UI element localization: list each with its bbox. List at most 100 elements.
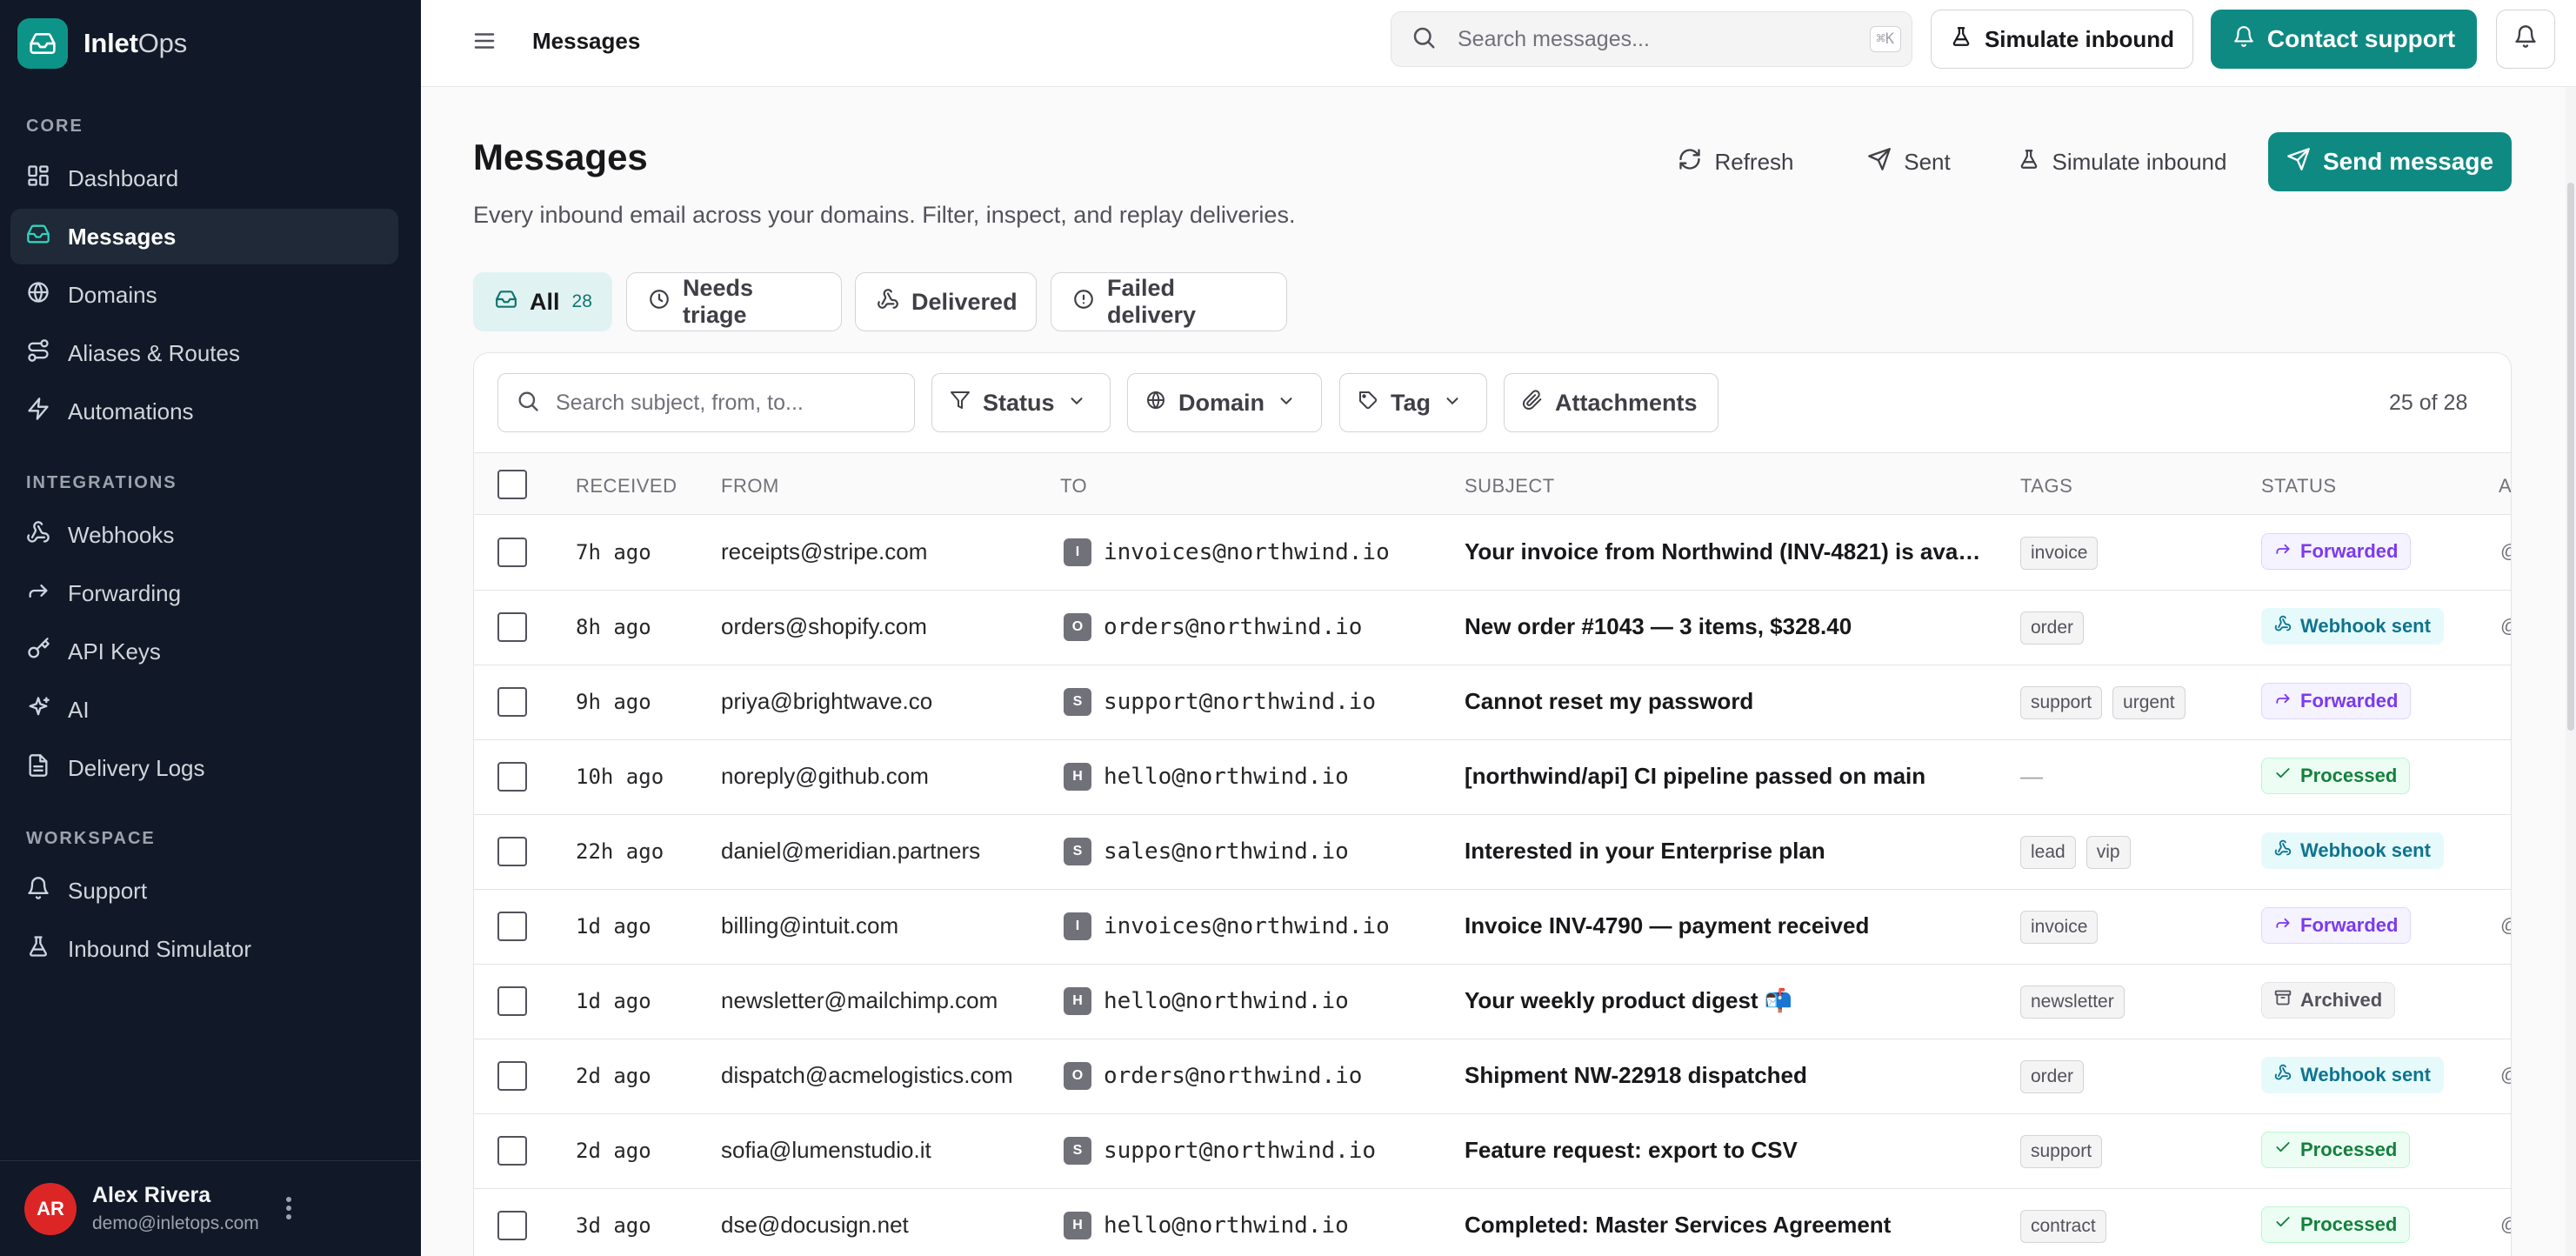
tab-all[interactable]: All 28 [473,272,612,331]
check-icon [2274,1213,2292,1236]
tab-count: 28 [571,291,592,311]
table-row[interactable]: 8h ago orders@shopify.com Oorders@northwin… [474,591,2511,665]
user-menu[interactable]: AR Alex Rivera demo@inletops.com [0,1160,421,1256]
select-all-checkbox[interactable] [497,470,527,499]
row-checkbox[interactable] [497,1061,527,1091]
attachments-filter-button[interactable]: Attachments [1504,373,1718,432]
sidebar-item-support[interactable]: Support [10,863,398,919]
scrollbar[interactable] [2566,87,2576,1256]
alias-badge: H [1064,763,1091,791]
search-icon [1411,24,1437,55]
table-row[interactable]: 1d ago billing@intuit.com Iinvoices@northw… [474,890,2511,965]
notifications-button[interactable] [2496,10,2555,69]
sent-button[interactable]: Sent [1854,132,1964,191]
column-attachments[interactable]: A [2499,475,2511,498]
tag-chip[interactable]: invoice [2020,911,2099,944]
received-time: 1d ago [576,989,651,1013]
tag-chip[interactable]: order [2020,1060,2085,1093]
nav-section-core: CORE [26,117,83,136]
table-row[interactable]: 1d ago newsletter@mailchimp.com Hhello@nor… [474,965,2511,1039]
sidebar-item-inbound-simulator[interactable]: Inbound Simulator [10,921,398,977]
received-time: 10h ago [576,765,664,789]
tag-chip[interactable]: vip [2085,836,2131,869]
row-checkbox[interactable] [497,762,527,792]
scrollbar-thumb[interactable] [2567,183,2574,731]
subject: Your weekly product digest 📬 [1465,987,1793,1013]
table-row[interactable]: 10h ago noreply@github.com Hhello@northwin… [474,740,2511,815]
sidebar-item-domains[interactable]: Domains [10,267,398,323]
from-address: daniel@meridian.partners [721,838,981,864]
sidebar-item-forwarding[interactable]: Forwarding [10,565,398,621]
from-address: dse@docusign.net [721,1212,909,1238]
topbar: Messages ⌘K Simulate inbound Contact sup… [421,0,2576,87]
row-checkbox[interactable] [497,837,527,866]
table-row[interactable]: 7h ago receipts@stripe.com Iinvoices@north… [474,516,2511,591]
to-address-cell: Oorders@northwind.io [1064,1062,1362,1090]
from-address: billing@intuit.com [721,912,899,939]
sidebar-item-api-keys[interactable]: API Keys [10,624,398,679]
tab-needs-triage[interactable]: Needs triage [626,272,842,331]
global-search[interactable]: ⌘K [1391,11,1912,67]
tag-filter-dropdown[interactable]: Tag [1339,373,1487,432]
global-search-input[interactable] [1458,26,1823,52]
tab-failed-delivery[interactable]: Failed delivery [1051,272,1287,331]
tag-chip[interactable]: order [2020,611,2085,645]
tag-chip[interactable]: lead [2020,836,2076,869]
column-to[interactable]: TO [1060,475,1087,498]
sidebar-item-ai[interactable]: AI [10,682,398,738]
tag-chip[interactable]: invoice [2020,537,2099,570]
sidebar-item-aliases-routes[interactable]: Aliases & Routes [10,325,398,381]
status-filter-dropdown[interactable]: Status [931,373,1111,432]
table-row[interactable]: 3d ago dse@docusign.net Hhello@northwind.i… [474,1189,2511,1256]
tag-chip[interactable]: contract [2020,1210,2106,1243]
sidebar-item-delivery-logs[interactable]: Delivery Logs [10,740,398,796]
sidebar-item-label: Inbound Simulator [68,935,252,962]
from-address: noreply@github.com [721,763,929,789]
table-search[interactable] [497,373,915,432]
column-status[interactable]: STATUS [2261,475,2337,498]
tab-delivered[interactable]: Delivered [855,272,1037,331]
sidebar-item-messages[interactable]: Messages [10,209,398,264]
row-checkbox[interactable] [497,912,527,941]
subject: Cannot reset my password [1465,688,1754,714]
row-checkbox[interactable] [497,538,527,567]
chevron-down-icon [1277,390,1296,417]
menu-icon[interactable] [471,28,497,58]
row-checkbox[interactable] [497,612,527,642]
search-icon [516,389,540,418]
column-from[interactable]: FROM [721,475,779,498]
more-vertical-icon[interactable] [285,1196,292,1225]
column-received[interactable]: RECEIVED [576,475,677,498]
row-checkbox[interactable] [497,1211,527,1240]
column-subject[interactable]: SUBJECT [1465,475,1555,498]
domain-filter-dropdown[interactable]: Domain [1127,373,1322,432]
row-checkbox[interactable] [497,687,527,717]
contact-support-button[interactable]: Contact support [2211,10,2477,69]
table-row[interactable]: 22h ago daniel@meridian.partners Ssales@no… [474,815,2511,890]
table-row[interactable]: 2d ago sofia@lumenstudio.it Ssupport@north… [474,1114,2511,1189]
tag-chip[interactable]: support [2020,686,2103,719]
tag-chip[interactable]: urgent [2112,686,2186,719]
refresh-button[interactable]: Refresh [1666,132,1805,191]
simulate-inbound-button[interactable]: Simulate inbound [1931,10,2193,69]
brand[interactable]: InletOps [17,18,187,69]
send-message-button[interactable]: Send message [2268,132,2512,191]
table-search-input[interactable] [556,390,895,416]
table-row[interactable]: 2d ago dispatch@acmelogistics.com Oorders@… [474,1039,2511,1114]
flask-icon [2018,148,2040,177]
sidebar-item-automations[interactable]: Automations [10,384,398,439]
sidebar-item-webhooks[interactable]: Webhooks [10,507,398,563]
to-address-cell: Ssupport@northwind.io [1064,1137,1376,1165]
to-address-cell: Hhello@northwind.io [1064,987,1349,1015]
column-tags[interactable]: TAGS [2020,475,2072,498]
simulate-inbound-page-button[interactable]: Simulate inbound [2000,132,2244,191]
sidebar: InletOps CORE Dashboard Messages Domains Ali… [0,0,421,1256]
tag-chip[interactable]: support [2020,1135,2103,1168]
row-checkbox[interactable] [497,986,527,1016]
tag-chip[interactable]: newsletter [2020,985,2125,1019]
tags-cell: invoice [2020,537,2099,570]
sidebar-item-dashboard[interactable]: Dashboard [10,150,398,206]
row-checkbox[interactable] [497,1136,527,1166]
to-address-cell: Iinvoices@northwind.io [1064,912,1390,940]
table-row[interactable]: 9h ago priya@brightwave.co Ssupport@northw… [474,665,2511,740]
